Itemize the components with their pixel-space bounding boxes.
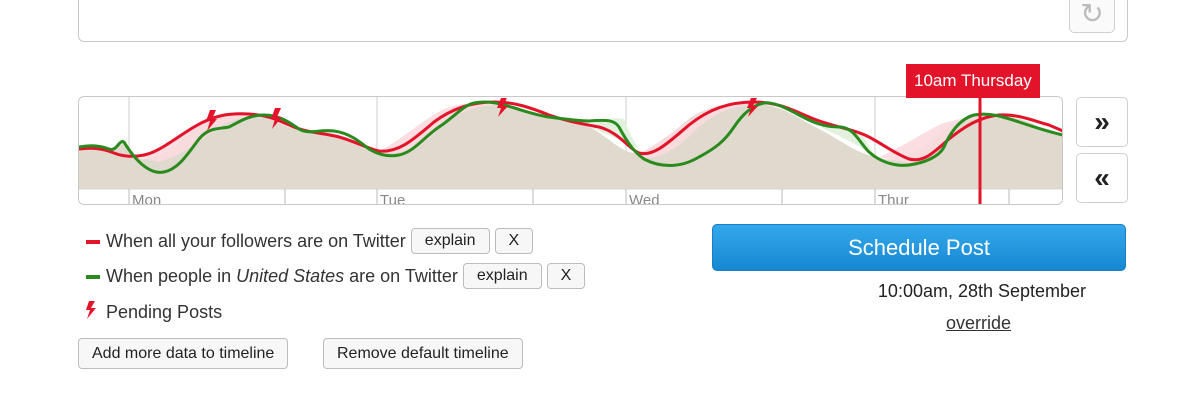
green-swatch-icon	[86, 275, 100, 279]
day-label-thur: Thur	[878, 192, 909, 205]
schedule-post-button[interactable]: Schedule Post	[712, 224, 1126, 271]
day-label-mon: Mon	[132, 192, 161, 205]
legend-pending-label: Pending Posts	[106, 301, 223, 322]
post-composer[interactable]: ↻	[78, 0, 1128, 42]
legend-us: When people in United States are on Twit…	[86, 261, 586, 291]
legend-followers: When all your followers are on Twitter e…	[86, 226, 534, 256]
remove-default-timeline-button[interactable]: Remove default timeline	[323, 338, 523, 369]
override-link[interactable]: override	[946, 313, 1011, 334]
double-chevron-right-icon: »	[1094, 106, 1110, 137]
axis-band	[79, 189, 1062, 204]
legend-us-label-suffix: are on Twitter	[344, 265, 458, 286]
red-swatch-icon	[86, 240, 100, 244]
lightning-bolt-icon	[86, 300, 106, 324]
next-week-button[interactable]: »	[1076, 97, 1128, 147]
day-label-wed: Wed	[629, 192, 660, 205]
previous-week-button[interactable]: «	[1076, 153, 1128, 203]
scheduled-time: 10:00am, 28th September	[877, 281, 1087, 301]
remove-followers-button[interactable]: X	[494, 228, 534, 254]
legend-pending: Pending Posts	[86, 297, 222, 327]
remove-us-button[interactable]: X	[546, 263, 586, 289]
double-chevron-left-icon: «	[1094, 162, 1110, 193]
refresh-button[interactable]: ↻	[1069, 0, 1115, 33]
add-more-data-button[interactable]: Add more data to timeline	[78, 338, 289, 369]
legend-us-label-prefix: When people in	[106, 265, 237, 286]
legend-us-country: United States	[236, 265, 345, 286]
day-label-tue: Tue	[380, 192, 405, 205]
explain-followers-button[interactable]: explain	[410, 228, 490, 254]
refresh-icon: ↻	[1080, 0, 1104, 29]
explain-us-button[interactable]: explain	[462, 263, 542, 289]
time-marker-label[interactable]: 10am Thursday	[906, 64, 1040, 98]
timeline-chart[interactable]: Mon Tue Wed Thur	[78, 96, 1063, 205]
legend-followers-label: When all your followers are on Twitter	[106, 230, 406, 251]
timeline-svg: Mon Tue Wed Thur	[79, 97, 1062, 205]
